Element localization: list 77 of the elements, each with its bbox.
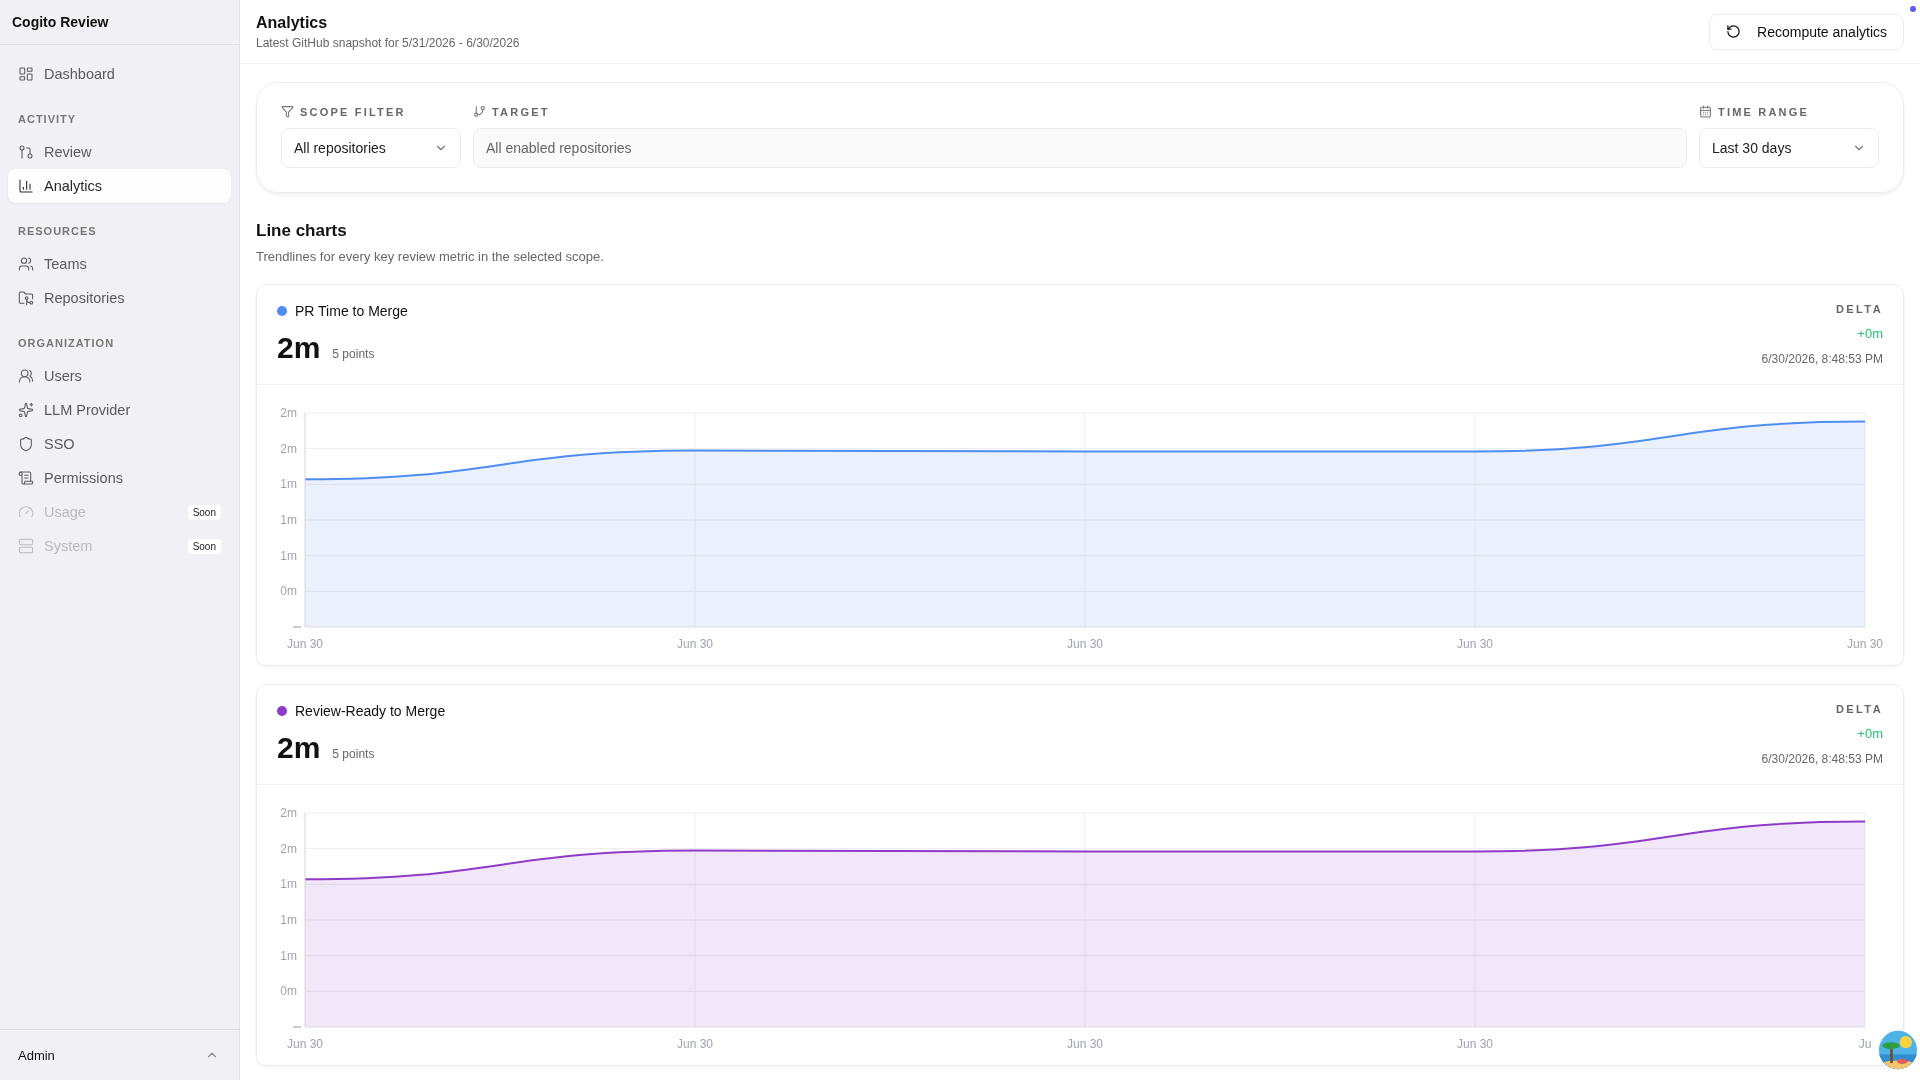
delta-label: DELTA bbox=[1835, 703, 1883, 715]
section-heading: ACTIVITY bbox=[17, 112, 78, 127]
target-field[interactable]: All enabled repositories bbox=[473, 128, 1687, 168]
user-menu[interactable]: Admin bbox=[0, 1029, 239, 1080]
x-axis-label: Jun 30 bbox=[287, 1037, 323, 1051]
scroll-icon bbox=[18, 470, 34, 486]
y-axis-label: 1m bbox=[280, 913, 297, 927]
sidebar-item[interactable]: SSO bbox=[8, 427, 231, 461]
sidebar-item[interactable]: Permissions bbox=[8, 461, 231, 495]
sidebar-item[interactable]: Users bbox=[8, 359, 231, 393]
y-axis-label: 1m bbox=[280, 548, 297, 563]
soon-badge: Soon bbox=[187, 538, 221, 554]
metric-value: 2m bbox=[277, 331, 321, 365]
select-field[interactable]: All repositories bbox=[281, 128, 461, 168]
select-field[interactable]: Last 30 days bbox=[1699, 128, 1879, 168]
app-title: Cogito Review bbox=[12, 14, 109, 30]
y-axis-label: 1m bbox=[280, 477, 297, 492]
gauge-icon bbox=[18, 504, 34, 520]
x-axis-label: Jun 30 bbox=[677, 1037, 713, 1051]
sidebar-item[interactable]: Teams bbox=[8, 247, 231, 281]
timestamp: 6/30/2026, 8:48:53 PM bbox=[1761, 352, 1883, 366]
y-axis-label: 0m bbox=[280, 984, 297, 999]
status-dot bbox=[1910, 6, 1916, 12]
sidebar-item[interactable]: Dashboard bbox=[8, 57, 231, 91]
sidebar-item[interactable]: Analytics bbox=[8, 169, 231, 203]
timestamp: 6/30/2026, 8:48:53 PM bbox=[1761, 752, 1883, 766]
y-axis-label: 0m bbox=[280, 584, 297, 599]
page-title: Analytics bbox=[256, 13, 329, 32]
delta-value: +0m bbox=[1857, 726, 1883, 741]
x-axis-label: Jun 30 bbox=[1457, 637, 1493, 651]
points-count: 5 points bbox=[332, 747, 375, 761]
y-axis-label: 1m bbox=[280, 877, 297, 892]
shield-icon bbox=[18, 436, 34, 452]
y-axis-label: 2m bbox=[280, 441, 297, 456]
people-icon bbox=[18, 256, 34, 272]
points-count: 5 points bbox=[332, 347, 375, 361]
people-icon bbox=[18, 368, 34, 384]
section-subtitle: Trendlines for every key review metric in the selected scope. bbox=[256, 249, 605, 264]
folder-icon bbox=[18, 290, 34, 306]
filter-icon bbox=[281, 105, 294, 118]
page-subtitle: Latest GitHub snapshot for 5/31/2026 - 6/30/2026 bbox=[256, 35, 520, 50]
sidebar-item[interactable]: Repositories bbox=[8, 281, 231, 315]
y-axis-label: 1m bbox=[280, 948, 297, 963]
x-axis-label: Jun 30 bbox=[1847, 637, 1883, 651]
section-heading: ORGANIZATION bbox=[17, 336, 116, 351]
y-axis-label: 1m bbox=[280, 513, 297, 527]
delta-label: DELTA bbox=[1835, 303, 1883, 315]
delta-value: +0m bbox=[1857, 326, 1883, 341]
dashboard-icon bbox=[18, 66, 34, 82]
x-axis-label: Jun 30 bbox=[1457, 1037, 1493, 1051]
x-axis-label: Jun 30 bbox=[677, 637, 713, 651]
bar-chart-icon bbox=[18, 178, 34, 194]
x-axis-label: Ju bbox=[1858, 1037, 1872, 1051]
server-icon bbox=[18, 538, 34, 554]
sidebar-item[interactable]: Review bbox=[8, 135, 231, 169]
recompute-button[interactable]: Recompute analytics bbox=[1709, 13, 1904, 50]
refresh-icon bbox=[1726, 24, 1742, 39]
metric-name: Review-Ready to Merge bbox=[295, 703, 446, 719]
y-axis-label: 2m bbox=[280, 406, 297, 420]
branch-icon bbox=[473, 105, 486, 118]
section-heading: RESOURCES bbox=[17, 224, 98, 239]
sparkle-icon bbox=[18, 402, 34, 418]
x-axis-label: Jun 30 bbox=[1067, 637, 1103, 651]
metric-name: PR Time to Merge bbox=[295, 303, 408, 319]
metric-value: 2m bbox=[277, 731, 321, 765]
filter-label: TARGET bbox=[492, 105, 550, 118]
x-axis-label: Jun 30 bbox=[1067, 1037, 1103, 1051]
soon-badge: Soon bbox=[187, 504, 221, 520]
pull-request-icon bbox=[18, 144, 34, 160]
filter-label: TIME RANGE bbox=[1718, 105, 1810, 118]
section-title: Line charts bbox=[256, 221, 348, 241]
x-axis-label: Jun 30 bbox=[287, 637, 323, 651]
calendar-icon bbox=[1699, 105, 1712, 118]
y-axis-label: 2m bbox=[280, 841, 297, 856]
filter-label: SCOPE FILTER bbox=[300, 105, 406, 118]
sidebar-item[interactable]: LLM Provider bbox=[8, 393, 231, 427]
y-axis-label: 2m bbox=[280, 806, 297, 820]
